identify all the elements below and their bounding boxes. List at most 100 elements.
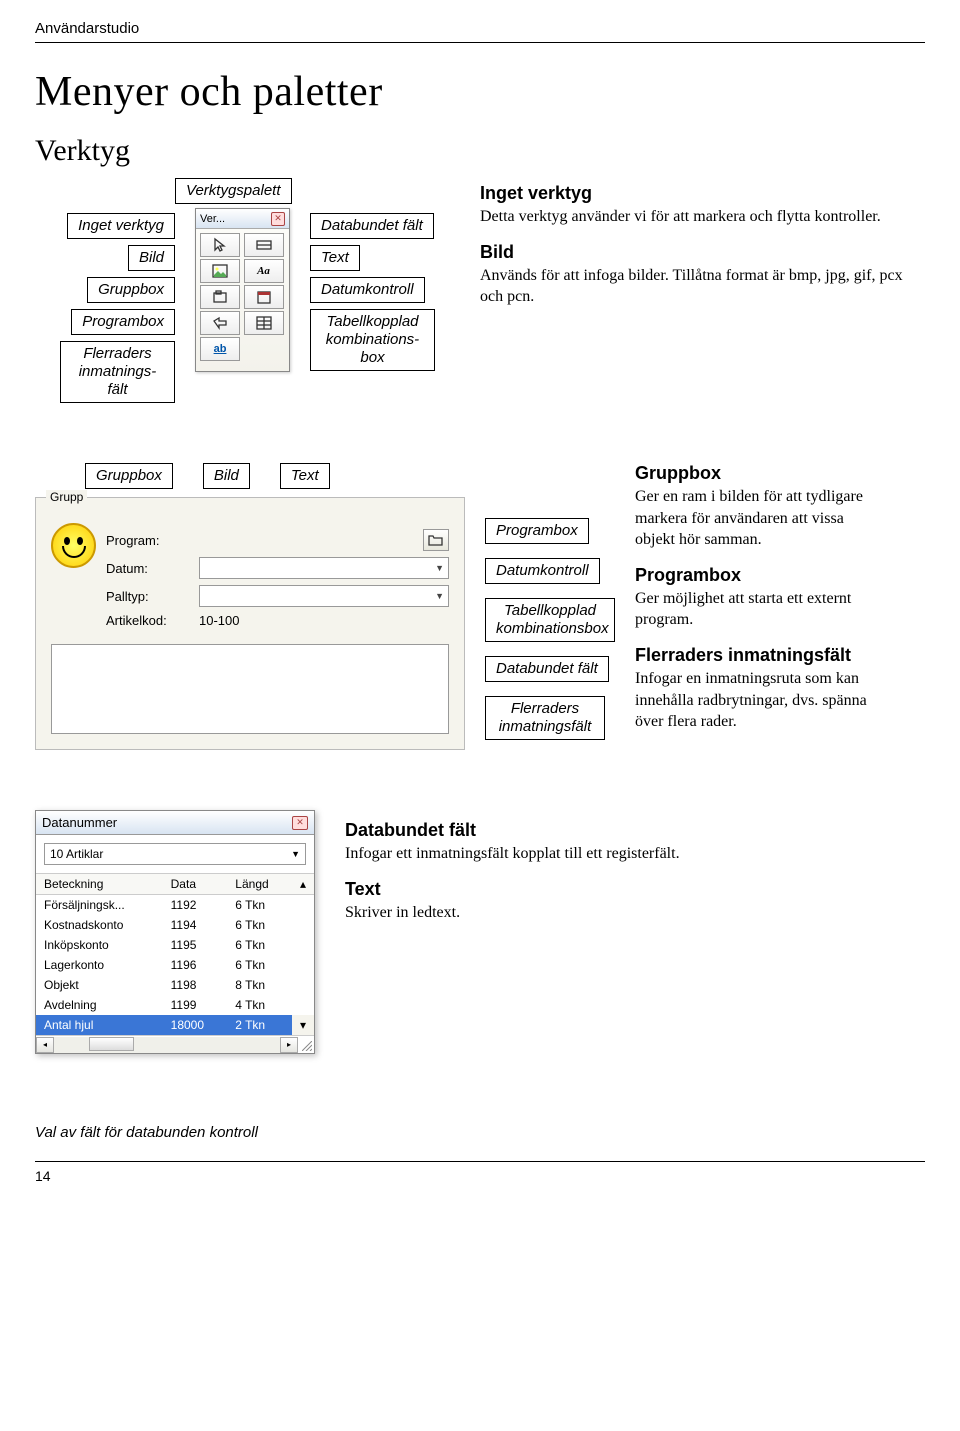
palltyp-field[interactable]: ▼ — [199, 585, 449, 607]
mid-labels: Programbox Datumkontroll Tabellkopplad k… — [485, 463, 615, 740]
table-row[interactable]: Avdelning11994 Tkn — [36, 995, 314, 1015]
tool-databound-field[interactable] — [244, 233, 284, 257]
close-icon[interactable]: ✕ — [271, 212, 285, 226]
section-palette: Inget verktyg Bild Gruppbox Programbox F… — [35, 183, 925, 403]
tool-image[interactable] — [200, 259, 240, 283]
table-row[interactable]: Kostnadskonto11946 Tkn — [36, 915, 314, 935]
page-title: Menyer och paletter — [35, 68, 925, 116]
label-gruppbox: Gruppbox — [87, 277, 175, 303]
smiley-icon — [51, 523, 96, 568]
tool-text[interactable]: Aa — [244, 259, 284, 283]
text-databundet: Infogar ett inmatningsfält kopplat till … — [345, 843, 925, 865]
label-bild-2: Bild — [203, 463, 250, 489]
label-text-2: Text — [280, 463, 330, 489]
right-labels: Databundet fält Text Datumkontroll Tabel… — [310, 183, 460, 371]
close-icon[interactable]: ✕ — [292, 816, 308, 830]
chevron-down-icon: ▼ — [435, 563, 444, 573]
groupbox-wrapper: Gruppbox Bild Text Grupp Program: — [35, 463, 465, 750]
scroll-track[interactable] — [54, 1037, 280, 1053]
table-row[interactable]: Inköpskonto11956 Tkn — [36, 935, 314, 955]
col-data[interactable]: Data — [163, 874, 228, 895]
description-1: Inget verktyg Detta verktyg använder vi … — [480, 183, 925, 322]
folder-open-icon[interactable] — [423, 529, 449, 551]
datanummer-titlebar[interactable]: Datanummer ✕ — [36, 811, 314, 835]
label-gruppbox-2: Gruppbox — [85, 463, 173, 489]
label-inget-verktyg: Inget verktyg — [67, 213, 175, 239]
dropdown-value: 10 Artiklar — [50, 847, 103, 861]
label-datum: Datum: — [106, 561, 191, 576]
tool-pointer[interactable] — [200, 233, 240, 257]
tool-programbox[interactable] — [200, 311, 240, 335]
horizontal-scrollbar[interactable]: ◂ ▸ — [36, 1035, 314, 1053]
resize-grip-icon[interactable] — [298, 1037, 314, 1053]
datanummer-window: Datanummer ✕ 10 Artiklar ▼ Beteckning Da… — [35, 810, 315, 1054]
label-datumkontroll: Datumkontroll — [310, 277, 425, 303]
section-groupbox: Gruppbox Bild Text Grupp Program: — [35, 463, 925, 750]
table-row[interactable]: Lagerkonto11966 Tkn — [36, 955, 314, 975]
multiline-input[interactable] — [51, 644, 449, 734]
groupbox-demo: Grupp Program: Datum: ▼ — [35, 497, 465, 750]
heading-inget-verktyg: Inget verktyg — [480, 183, 925, 204]
label-bild: Bild — [128, 245, 175, 271]
text-programbox: Ger möjlighet att starta ett externt pro… — [635, 588, 885, 631]
heading-flerraders: Flerraders inmatningsfält — [635, 645, 885, 666]
datanummer-title: Datanummer — [42, 815, 117, 830]
palette-window-title: Ver... — [200, 213, 225, 225]
label-databundet-falt: Databundet fält — [310, 213, 434, 239]
label-databundet-2: Databundet fält — [485, 656, 609, 682]
text-bild: Används för att infoga bilder. Tillåtna … — [480, 265, 925, 308]
tool-table-combo[interactable] — [244, 311, 284, 335]
text-inget-verktyg: Detta verktyg använder vi för att marker… — [480, 206, 925, 228]
chevron-down-icon: ▼ — [291, 849, 300, 859]
heading-databundet: Databundet fält — [345, 820, 925, 841]
table-header-row: Beteckning Data Längd ▴ — [36, 874, 314, 895]
tool-groupbox[interactable] — [200, 285, 240, 309]
date-field[interactable]: ▼ — [199, 557, 449, 579]
scroll-up-button[interactable]: ▴ — [292, 874, 314, 895]
label-programbox: Programbox — [71, 309, 175, 335]
figure-caption: Val av fält för databunden kontroll — [35, 1124, 925, 1141]
label-program: Program: — [106, 533, 191, 548]
chevron-down-icon: ▼ — [435, 591, 444, 601]
label-text: Text — [310, 245, 360, 271]
scroll-left-button[interactable]: ◂ — [36, 1037, 54, 1053]
palette-column: Verktygspalett Ver... ✕ Aa ab — [195, 183, 290, 372]
table-row[interactable]: Försäljningsk...11926 Tkn — [36, 895, 314, 916]
tool-multiline-input[interactable]: ab — [200, 337, 240, 361]
col-beteckning[interactable]: Beteckning — [36, 874, 163, 895]
palette-titlebar[interactable]: Ver... ✕ — [196, 209, 289, 229]
text-flerraders: Infogar en inmatningsruta som kan innehå… — [635, 668, 885, 733]
label-tabellkopplad-2: Tabellkopplad kombinationsbox — [485, 598, 615, 642]
datanummer-table: Beteckning Data Längd ▴ Försäljningsk...… — [36, 873, 314, 1035]
table-row[interactable]: Objekt11988 Tkn — [36, 975, 314, 995]
tool-date-control[interactable] — [244, 285, 284, 309]
description-3: Databundet fält Infogar ett inmatningsfä… — [345, 810, 925, 937]
heading-text: Text — [345, 879, 925, 900]
scroll-right-button[interactable]: ▸ — [280, 1037, 298, 1053]
page-subtitle: Verktyg — [35, 134, 925, 168]
col-langd[interactable]: Längd — [227, 874, 292, 895]
label-tabellkopplad: Tabellkopplad kombinations-box — [310, 309, 435, 371]
table-row-selected[interactable]: Antal hjul180002 Tkn▾ — [36, 1015, 314, 1035]
label-flerraders-2: Flerraders inmatningsfält — [485, 696, 605, 740]
heading-bild: Bild — [480, 242, 925, 263]
scroll-thumb[interactable] — [89, 1037, 134, 1051]
heading-gruppbox: Gruppbox — [635, 463, 885, 484]
label-flerraders: Flerraders inmatnings-fält — [60, 341, 175, 403]
label-palltyp: Palltyp: — [106, 589, 191, 604]
section-datalist: Datanummer ✕ 10 Artiklar ▼ Beteckning Da… — [35, 810, 925, 1054]
label-programbox-2: Programbox — [485, 518, 589, 544]
label-verktygspalett: Verktygspalett — [175, 178, 292, 204]
label-artikelkod: Artikelkod: — [106, 613, 191, 628]
artikelkod-value: 10-100 — [199, 613, 239, 628]
heading-programbox: Programbox — [635, 565, 885, 586]
page-number: 14 — [35, 1168, 925, 1184]
rule-bottom — [35, 1161, 925, 1162]
text-text: Skriver in ledtext. — [345, 902, 925, 924]
tool-palette: Ver... ✕ Aa ab — [195, 208, 290, 372]
text-gruppbox: Ger en ram i bilden för att tydligare ma… — [635, 486, 885, 551]
datanummer-dropdown[interactable]: 10 Artiklar ▼ — [44, 843, 306, 865]
left-labels: Inget verktyg Bild Gruppbox Programbox F… — [35, 183, 175, 403]
breadcrumb: Användarstudio — [35, 20, 925, 37]
label-datumkontroll-2: Datumkontroll — [485, 558, 600, 584]
